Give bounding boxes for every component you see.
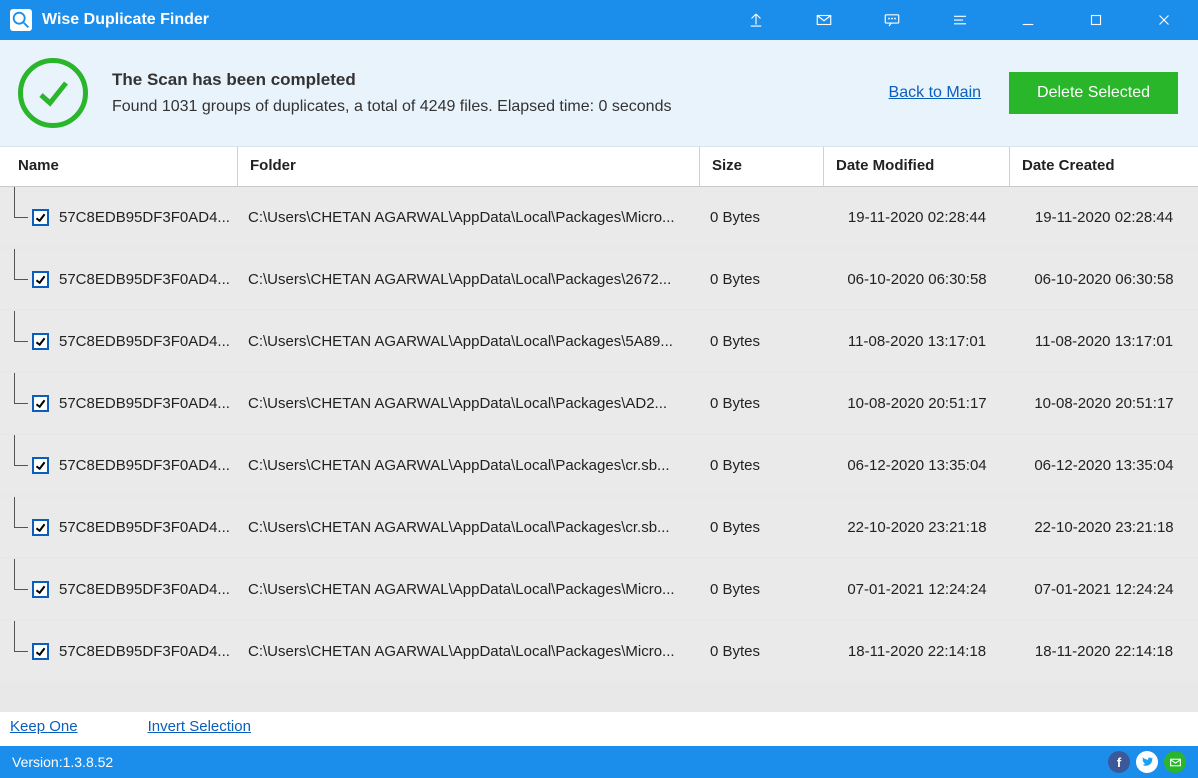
feedback-icon[interactable]	[858, 0, 926, 40]
table-row[interactable]: 57C8EDB95DF3F0AD4... C:\Users\CHETAN AGA…	[0, 187, 1198, 247]
row-name: 57C8EDB95DF3F0AD4...	[59, 581, 230, 598]
keep-one-link[interactable]: Keep One	[10, 718, 78, 740]
row-size: 0 Bytes	[700, 643, 824, 660]
app-title: Wise Duplicate Finder	[42, 11, 209, 29]
col-size[interactable]: Size	[700, 147, 824, 186]
row-created: 06-10-2020 06:30:58	[1010, 271, 1198, 288]
row-checkbox[interactable]	[32, 209, 49, 226]
mail-icon[interactable]	[790, 0, 858, 40]
version-label: Version:1.3.8.52	[12, 754, 113, 770]
app-logo-icon	[10, 9, 32, 31]
upgrade-icon[interactable]	[722, 0, 790, 40]
row-modified: 19-11-2020 02:28:44	[824, 209, 1010, 226]
row-folder: C:\Users\CHETAN AGARWAL\AppData\Local\Pa…	[238, 457, 700, 474]
close-button[interactable]	[1130, 0, 1198, 40]
scan-complete-banner: The Scan has been completed Found 1031 g…	[0, 40, 1198, 147]
table-header: Name Folder Size Date Modified Date Crea…	[0, 147, 1198, 187]
row-modified: 06-12-2020 13:35:04	[824, 457, 1010, 474]
row-size: 0 Bytes	[700, 581, 824, 598]
status-bar: Version:1.3.8.52 f	[0, 746, 1198, 778]
banner-heading: The Scan has been completed	[112, 70, 671, 90]
menu-icon[interactable]	[926, 0, 994, 40]
row-checkbox[interactable]	[32, 581, 49, 598]
results-table: Name Folder Size Date Modified Date Crea…	[0, 147, 1198, 712]
minimize-button[interactable]	[994, 0, 1062, 40]
row-checkbox[interactable]	[32, 395, 49, 412]
row-folder: C:\Users\CHETAN AGARWAL\AppData\Local\Pa…	[238, 395, 700, 412]
row-checkbox[interactable]	[32, 519, 49, 536]
row-modified: 06-10-2020 06:30:58	[824, 271, 1010, 288]
row-size: 0 Bytes	[700, 519, 824, 536]
row-name: 57C8EDB95DF3F0AD4...	[59, 271, 230, 288]
row-created: 06-12-2020 13:35:04	[1010, 457, 1198, 474]
row-name: 57C8EDB95DF3F0AD4...	[59, 519, 230, 536]
table-row[interactable]: 57C8EDB95DF3F0AD4... C:\Users\CHETAN AGA…	[0, 621, 1198, 681]
col-modified[interactable]: Date Modified	[824, 147, 1010, 186]
contact-icon[interactable]	[1164, 751, 1186, 773]
row-size: 0 Bytes	[700, 457, 824, 474]
row-name: 57C8EDB95DF3F0AD4...	[59, 333, 230, 350]
row-created: 07-01-2021 12:24:24	[1010, 581, 1198, 598]
table-row[interactable]: 57C8EDB95DF3F0AD4... C:\Users\CHETAN AGA…	[0, 497, 1198, 557]
col-created[interactable]: Date Created	[1010, 147, 1198, 186]
row-created: 19-11-2020 02:28:44	[1010, 209, 1198, 226]
maximize-button[interactable]	[1062, 0, 1130, 40]
row-size: 0 Bytes	[700, 271, 824, 288]
row-checkbox[interactable]	[32, 457, 49, 474]
row-checkbox[interactable]	[32, 643, 49, 660]
row-folder: C:\Users\CHETAN AGARWAL\AppData\Local\Pa…	[238, 271, 700, 288]
row-modified: 22-10-2020 23:21:18	[824, 519, 1010, 536]
row-modified: 11-08-2020 13:17:01	[824, 333, 1010, 350]
table-row[interactable]: 57C8EDB95DF3F0AD4... C:\Users\CHETAN AGA…	[0, 311, 1198, 371]
row-created: 18-11-2020 22:14:18	[1010, 643, 1198, 660]
col-name[interactable]: Name	[0, 147, 238, 186]
row-folder: C:\Users\CHETAN AGARWAL\AppData\Local\Pa…	[238, 581, 700, 598]
table-row[interactable]: 57C8EDB95DF3F0AD4... C:\Users\CHETAN AGA…	[0, 373, 1198, 433]
table-body[interactable]: 57C8EDB95DF3F0AD4... C:\Users\CHETAN AGA…	[0, 187, 1198, 712]
back-to-main-link[interactable]: Back to Main	[889, 84, 981, 102]
row-name: 57C8EDB95DF3F0AD4...	[59, 643, 230, 660]
table-row[interactable]: 57C8EDB95DF3F0AD4... C:\Users\CHETAN AGA…	[0, 435, 1198, 495]
row-modified: 07-01-2021 12:24:24	[824, 581, 1010, 598]
row-folder: C:\Users\CHETAN AGARWAL\AppData\Local\Pa…	[238, 209, 700, 226]
table-row[interactable]: 57C8EDB95DF3F0AD4... C:\Users\CHETAN AGA…	[0, 249, 1198, 309]
row-name: 57C8EDB95DF3F0AD4...	[59, 395, 230, 412]
row-modified: 10-08-2020 20:51:17	[824, 395, 1010, 412]
row-created: 10-08-2020 20:51:17	[1010, 395, 1198, 412]
invert-selection-link[interactable]: Invert Selection	[148, 718, 251, 740]
row-folder: C:\Users\CHETAN AGARWAL\AppData\Local\Pa…	[238, 333, 700, 350]
delete-selected-button[interactable]: Delete Selected	[1009, 72, 1178, 114]
row-created: 11-08-2020 13:17:01	[1010, 333, 1198, 350]
checkmark-icon	[18, 58, 88, 128]
row-modified: 18-11-2020 22:14:18	[824, 643, 1010, 660]
row-checkbox[interactable]	[32, 333, 49, 350]
titlebar: Wise Duplicate Finder	[0, 0, 1198, 40]
table-row[interactable]: 57C8EDB95DF3F0AD4... C:\Users\CHETAN AGA…	[0, 559, 1198, 619]
row-size: 0 Bytes	[700, 395, 824, 412]
action-bar: Keep One Invert Selection	[0, 712, 1198, 746]
twitter-icon[interactable]	[1136, 751, 1158, 773]
banner-subtext: Found 1031 groups of duplicates, a total…	[112, 98, 671, 116]
row-folder: C:\Users\CHETAN AGARWAL\AppData\Local\Pa…	[238, 519, 700, 536]
row-name: 57C8EDB95DF3F0AD4...	[59, 209, 230, 226]
row-size: 0 Bytes	[700, 209, 824, 226]
row-created: 22-10-2020 23:21:18	[1010, 519, 1198, 536]
col-folder[interactable]: Folder	[238, 147, 700, 186]
row-checkbox[interactable]	[32, 271, 49, 288]
facebook-icon[interactable]: f	[1108, 751, 1130, 773]
row-name: 57C8EDB95DF3F0AD4...	[59, 457, 230, 474]
row-size: 0 Bytes	[700, 333, 824, 350]
row-folder: C:\Users\CHETAN AGARWAL\AppData\Local\Pa…	[238, 643, 700, 660]
